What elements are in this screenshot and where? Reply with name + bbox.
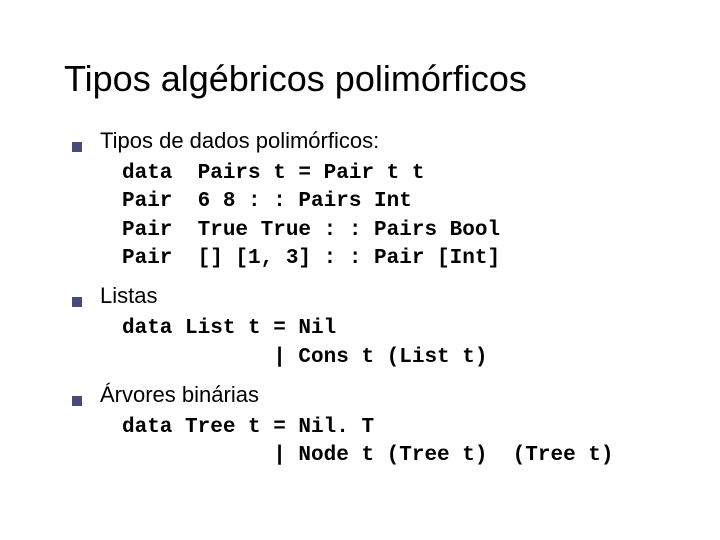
code-line: | Node t (Tree t) (Tree t) (122, 442, 672, 470)
code-line: Pair 6 8 : : Pairs Int (122, 188, 672, 216)
bullet-2: Listas (72, 283, 672, 309)
code-line: data Tree t = Nil. T (122, 414, 672, 442)
code-line: Pair [] [1, 3] : : Pair [Int] (122, 245, 672, 273)
bullet-1-text: Tipos de dados polimórficos: (100, 128, 379, 154)
code-block-2: data List t = Nil | Cons t (List t) (122, 315, 672, 372)
code-line: | Cons t (List t) (122, 344, 672, 372)
bullet-3: Árvores binárias (72, 382, 672, 408)
slide-container: Tipos algébricos polimórficos Tipos de d… (0, 0, 720, 540)
bullet-3-text: Árvores binárias (100, 382, 259, 408)
code-block-1: data Pairs t = Pair t t Pair 6 8 : : Pai… (122, 160, 672, 273)
code-line: data Pairs t = Pair t t (122, 160, 672, 188)
bullet-1: Tipos de dados polimórficos: (72, 128, 672, 154)
square-bullet-icon (72, 297, 82, 307)
code-line: data List t = Nil (122, 315, 672, 343)
bullet-2-text: Listas (100, 283, 157, 309)
square-bullet-icon (72, 142, 82, 152)
code-line: Pair True True : : Pairs Bool (122, 217, 672, 245)
square-bullet-icon (72, 396, 82, 406)
slide-title: Tipos algébricos polimórficos (64, 58, 672, 100)
code-block-3: data Tree t = Nil. T | Node t (Tree t) (… (122, 414, 672, 471)
